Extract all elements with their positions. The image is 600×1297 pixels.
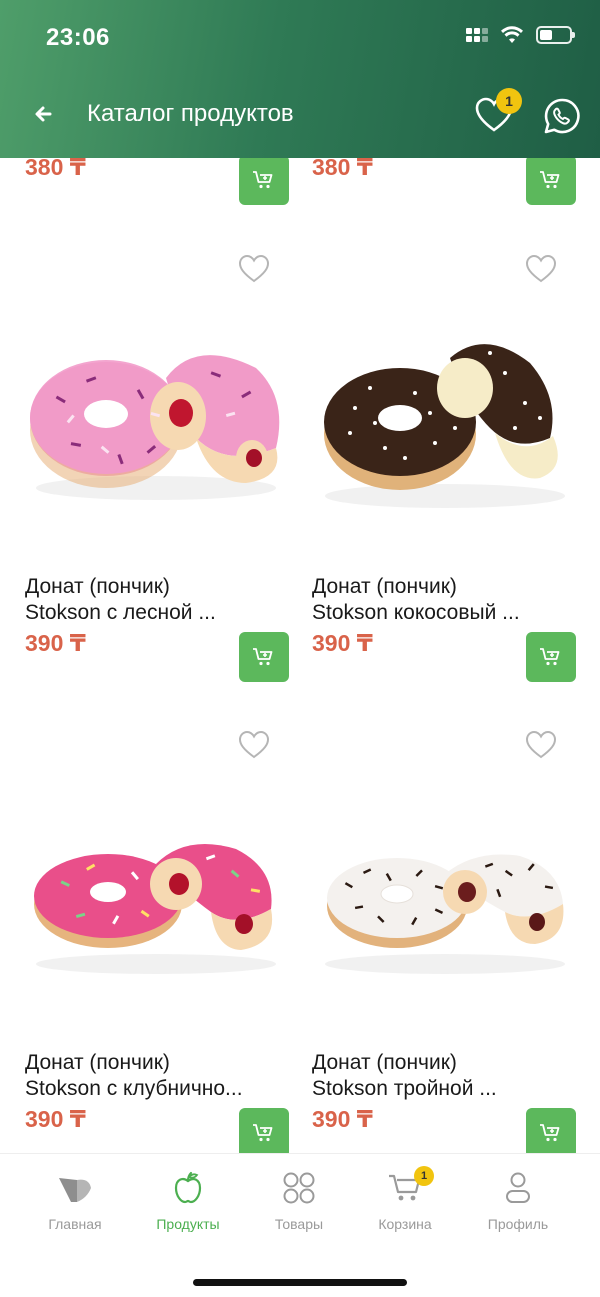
add-to-cart-icon bbox=[540, 171, 560, 189]
product-card[interactable]: Донат (пончик) Stokson тройной ... 390 ₸ bbox=[287, 714, 576, 1153]
add-to-cart-icon bbox=[253, 1124, 273, 1142]
cart-count-badge: 1 bbox=[414, 1166, 434, 1186]
grid-circles-icon bbox=[283, 1172, 315, 1204]
wifi-icon bbox=[501, 26, 523, 43]
tab-label: Продукты bbox=[156, 1216, 220, 1232]
product-card[interactable]: Донат (пончик) Stokson кокосовый ... 390… bbox=[287, 238, 576, 688]
add-to-cart-button[interactable] bbox=[239, 1108, 289, 1153]
home-logo-icon bbox=[59, 1178, 91, 1202]
product-price: 380 ₸ bbox=[25, 158, 86, 180]
product-name-line: Донат (пончик) bbox=[312, 1051, 457, 1074]
tab-label: Корзина bbox=[378, 1216, 432, 1232]
product-price: 390 ₸ bbox=[312, 630, 373, 656]
product-grid: 380 ₸ 380 ₸ Донат (пончик) Stokson с лес… bbox=[0, 158, 600, 1153]
add-to-cart-button[interactable] bbox=[239, 158, 289, 205]
bottom-tab-bar: Главная Продукты Товары 1 Корзина Профил… bbox=[0, 1153, 600, 1297]
tab-home[interactable]: Главная bbox=[20, 1170, 130, 1232]
page-title: Каталог продуктов bbox=[87, 100, 294, 127]
tab-goods[interactable]: Товары bbox=[244, 1170, 354, 1232]
tab-profile[interactable]: Профиль bbox=[463, 1170, 573, 1232]
add-to-cart-button[interactable] bbox=[239, 632, 289, 682]
add-to-cart-icon bbox=[253, 648, 273, 666]
add-to-cart-icon bbox=[540, 648, 560, 666]
tab-products[interactable]: Продукты bbox=[133, 1170, 243, 1232]
product-name[interactable]: Донат (пончик) Stokson с лесной ... bbox=[25, 574, 287, 626]
tab-cart[interactable]: 1 Корзина bbox=[350, 1166, 460, 1232]
favorite-heart-icon[interactable] bbox=[238, 254, 270, 284]
product-image bbox=[34, 844, 276, 974]
status-time: 23:06 bbox=[46, 24, 110, 51]
add-to-cart-icon bbox=[540, 1124, 560, 1142]
product-price: 380 ₸ bbox=[312, 158, 373, 180]
product-name-line: Stokson кокосовый ... bbox=[312, 601, 520, 624]
battery-icon bbox=[536, 26, 575, 44]
product-price: 390 ₸ bbox=[25, 1106, 86, 1132]
app-header: 23:06 Каталог продуктов 1 bbox=[0, 0, 600, 158]
product-name-line: Донат (пончик) bbox=[312, 575, 457, 598]
product-name-line: Stokson тройной ... bbox=[312, 1077, 497, 1100]
tab-label: Профиль bbox=[487, 1216, 549, 1232]
product-image bbox=[324, 344, 565, 508]
product-name[interactable]: Донат (пончик) Stokson кокосовый ... bbox=[312, 574, 574, 626]
home-indicator bbox=[193, 1279, 407, 1286]
product-price: 390 ₸ bbox=[25, 630, 86, 656]
product-name[interactable]: Донат (пончик) Stokson тройной ... bbox=[312, 1050, 574, 1102]
product-name-line: Донат (пончик) bbox=[25, 1051, 170, 1074]
apple-icon bbox=[174, 1171, 202, 1204]
tab-label: Товары bbox=[274, 1216, 324, 1232]
favorites-count-badge: 1 bbox=[496, 88, 522, 114]
favorite-heart-icon[interactable] bbox=[525, 254, 557, 284]
profile-icon bbox=[506, 1172, 530, 1203]
cellular-signal-icon bbox=[466, 28, 488, 42]
add-to-cart-button[interactable] bbox=[526, 158, 576, 205]
whatsapp-icon[interactable] bbox=[542, 96, 582, 136]
product-card[interactable]: Донат (пончик) Stokson с лесной ... 390 … bbox=[0, 238, 289, 688]
product-name-line: Stokson с лесной ... bbox=[25, 601, 216, 624]
add-to-cart-button[interactable] bbox=[526, 632, 576, 682]
product-price: 390 ₸ bbox=[312, 1106, 373, 1132]
favorite-heart-icon[interactable] bbox=[238, 730, 270, 760]
status-icons bbox=[466, 26, 575, 44]
add-to-cart-icon bbox=[253, 171, 273, 189]
product-image bbox=[30, 355, 280, 500]
product-name[interactable]: Донат (пончик) Stokson с клубнично... bbox=[25, 1050, 287, 1102]
product-name-line: Донат (пончик) bbox=[25, 575, 170, 598]
product-name-line: Stokson с клубнично... bbox=[25, 1077, 243, 1100]
favorite-heart-icon[interactable] bbox=[525, 730, 557, 760]
back-arrow-icon[interactable] bbox=[30, 100, 58, 128]
add-to-cart-button[interactable] bbox=[526, 1108, 576, 1153]
product-image bbox=[325, 854, 565, 974]
tab-label: Главная bbox=[48, 1216, 102, 1232]
product-card[interactable]: Донат (пончик) Stokson с клубнично... 39… bbox=[0, 714, 289, 1153]
